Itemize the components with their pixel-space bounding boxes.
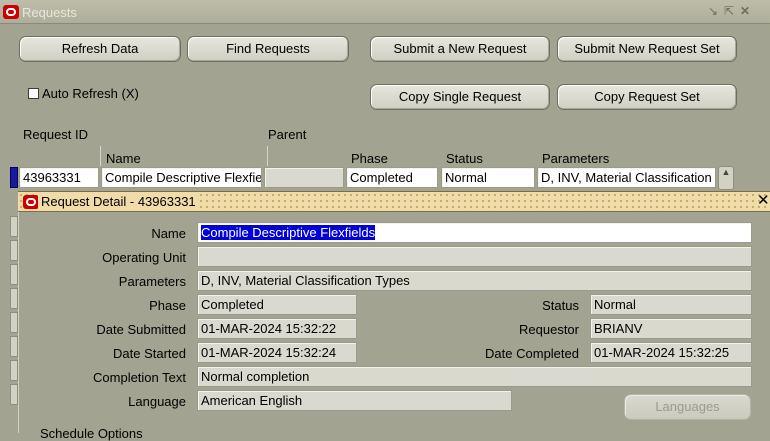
- operating-unit-label: Operating Unit: [102, 250, 186, 265]
- dialog-title: Request Detail - 43963331: [38, 194, 199, 210]
- copy-single-request-button[interactable]: Copy Single Request: [370, 84, 550, 110]
- row-indicator[interactable]: [10, 264, 18, 285]
- row-indicator[interactable]: [10, 288, 18, 309]
- oracle-logo-icon: [3, 5, 19, 19]
- close-window-icon[interactable]: ✕: [738, 4, 752, 18]
- phase-field[interactable]: Completed: [197, 294, 357, 315]
- date-completed-label: Date Completed: [485, 346, 579, 361]
- name-label: Name: [151, 226, 186, 241]
- col-header-request-id: Request ID: [23, 127, 89, 142]
- phase-label: Phase: [149, 298, 186, 313]
- find-requests-button[interactable]: Find Requests: [187, 36, 349, 62]
- col-header-parent: Parent: [268, 127, 307, 142]
- auto-refresh-label: Auto Refresh (X): [42, 86, 139, 101]
- copy-request-set-button[interactable]: Copy Request Set: [557, 84, 737, 110]
- window-titlebar: [0, 0, 770, 24]
- row-name[interactable]: Compile Descriptive Flexfie: [101, 167, 262, 188]
- requestor-field[interactable]: BRIANV: [590, 318, 752, 339]
- oracle-logo-icon: [23, 195, 39, 209]
- restore-icon[interactable]: ⇱: [722, 4, 736, 18]
- date-submitted-field[interactable]: 01-MAR-2024 15:32:22: [197, 318, 357, 339]
- col-divider: [100, 146, 101, 166]
- col-header-status: Status: [446, 151, 483, 166]
- row-status[interactable]: Normal: [441, 167, 535, 188]
- auto-refresh-checkbox[interactable]: [28, 88, 39, 99]
- row-indicator[interactable]: [10, 360, 18, 381]
- row-indicator[interactable]: [10, 216, 18, 237]
- row-phase[interactable]: Completed: [346, 167, 438, 188]
- scroll-up-button[interactable]: ▲: [718, 166, 734, 190]
- name-field[interactable]: Compile Descriptive Flexfields: [197, 222, 752, 243]
- col-divider: [267, 146, 268, 166]
- row-indicator[interactable]: [10, 312, 18, 333]
- date-started-label: Date Started: [113, 346, 186, 361]
- row-indicator[interactable]: [10, 167, 18, 188]
- requestor-label: Requestor: [519, 322, 579, 337]
- row-indicator[interactable]: [10, 384, 18, 405]
- close-dialog-icon[interactable]: ✕: [757, 193, 770, 209]
- minimize-icon[interactable]: ↘: [706, 4, 720, 18]
- parameters-label: Parameters: [118, 274, 186, 289]
- col-header-parameters: Parameters: [542, 151, 610, 166]
- date-completed-field[interactable]: 01-MAR-2024 15:32:25: [590, 342, 752, 363]
- completion-text-field[interactable]: Normal completion: [197, 366, 752, 387]
- language-label: Language: [128, 394, 186, 409]
- col-header-phase: Phase: [351, 151, 388, 166]
- col-header-name: Name: [106, 151, 141, 166]
- row-parent[interactable]: [264, 167, 344, 188]
- window-title: Requests: [22, 5, 77, 20]
- completion-text-label: Completion Text: [93, 370, 186, 385]
- row-indicator[interactable]: [10, 336, 18, 357]
- schedule-options-label: Schedule Options: [40, 426, 143, 441]
- submit-new-request-set-button[interactable]: Submit New Request Set: [557, 36, 737, 62]
- name-value: Compile Descriptive Flexfields: [201, 225, 376, 240]
- refresh-data-button[interactable]: Refresh Data: [19, 36, 181, 62]
- status-label: Status: [542, 298, 579, 313]
- row-request-id[interactable]: 43963331: [19, 167, 99, 188]
- operating-unit-field[interactable]: [197, 246, 752, 267]
- languages-button[interactable]: Languages: [624, 394, 751, 420]
- status-field[interactable]: Normal: [590, 294, 752, 315]
- row-parameters[interactable]: D, INV, Material Classification: [537, 167, 716, 188]
- submit-new-request-button[interactable]: Submit a New Request: [370, 36, 550, 62]
- row-indicator[interactable]: [10, 240, 18, 261]
- language-field[interactable]: American English: [197, 390, 512, 411]
- date-submitted-label: Date Submitted: [96, 322, 186, 337]
- date-started-field[interactable]: 01-MAR-2024 15:32:24: [197, 342, 357, 363]
- parameters-field[interactable]: D, INV, Material Classification Types: [197, 270, 752, 291]
